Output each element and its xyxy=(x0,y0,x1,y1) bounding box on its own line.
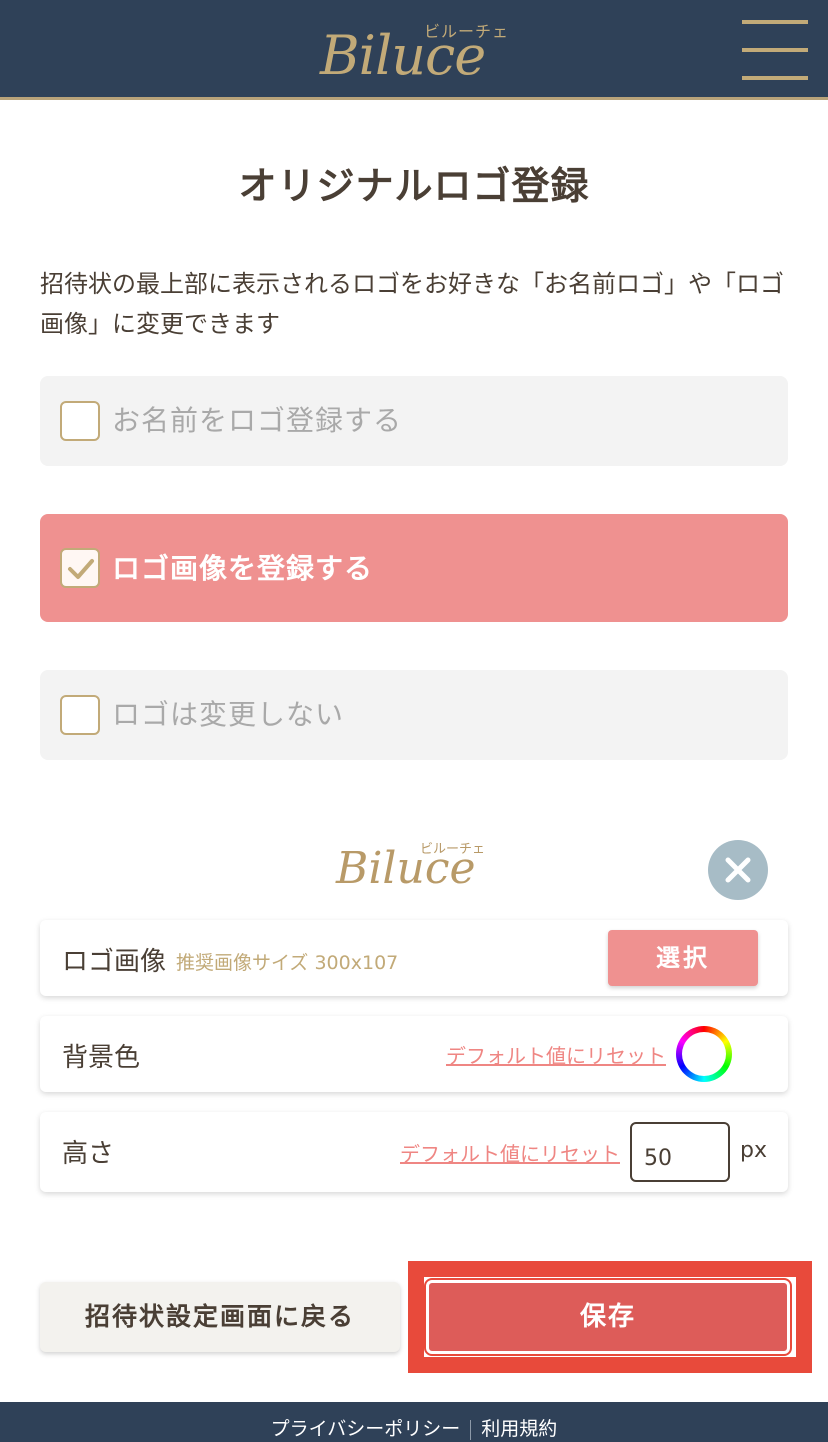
height-unit: px xyxy=(740,1138,767,1163)
header: Biluce ビルーチェ xyxy=(0,0,828,100)
height-input[interactable]: 50 xyxy=(630,1122,730,1182)
recommended-size-hint: 推奨画像サイズ 300x107 xyxy=(176,952,399,974)
close-icon xyxy=(725,857,751,883)
color-picker-icon[interactable] xyxy=(676,1026,732,1082)
remove-logo-button[interactable] xyxy=(708,840,768,900)
option-label: お名前をロゴ登録する xyxy=(112,404,403,437)
save-button[interactable]: 保存 xyxy=(424,1278,792,1356)
back-to-settings-button[interactable]: 招待状設定画面に戻る xyxy=(40,1282,400,1352)
footer: プライバシーポリシー 利用規約 xyxy=(0,1402,828,1442)
privacy-policy-link[interactable]: プライバシーポリシー xyxy=(271,1418,461,1440)
height-row: 高さ デフォルト値にリセット 50 px xyxy=(40,1112,788,1192)
reset-height-link[interactable]: デフォルト値にリセット xyxy=(400,1138,620,1167)
option-label: ロゴは変更しない xyxy=(112,698,345,731)
option-name-logo[interactable]: お名前をロゴ登録する xyxy=(40,376,788,466)
logo-preview-kana: ビルーチェ xyxy=(420,842,486,857)
reset-background-link[interactable]: デフォルト値にリセット xyxy=(446,1040,666,1069)
option-no-change[interactable]: ロゴは変更しない xyxy=(40,670,788,760)
logo-preview: Biluce ビルーチェ xyxy=(336,838,506,898)
background-color-title: 背景色 xyxy=(62,1043,141,1073)
terms-link[interactable]: 利用規約 xyxy=(481,1418,557,1440)
checkmark-icon xyxy=(68,559,94,579)
checkbox[interactable] xyxy=(60,695,100,735)
logo-image-title: ロゴ画像 xyxy=(62,947,167,977)
page-description: 招待状の最上部に表示されるロゴをお好きな「お名前ロゴ」や「ロゴ画像」に変更できま… xyxy=(40,270,784,338)
footer-divider xyxy=(470,1419,472,1440)
option-logo-image[interactable]: ロゴ画像を登録する xyxy=(40,514,788,622)
height-title: 高さ xyxy=(62,1139,115,1169)
option-label: ロゴ画像を登録する xyxy=(112,552,374,585)
brand-logo-kana: ビルーチェ xyxy=(424,22,510,41)
checkbox-checked[interactable] xyxy=(60,548,100,588)
background-color-row: 背景色 デフォルト値にリセット xyxy=(40,1016,788,1092)
brand-logo[interactable]: Biluce ビルーチェ xyxy=(320,18,520,88)
menu-icon[interactable] xyxy=(742,20,808,80)
checkbox[interactable] xyxy=(60,401,100,441)
select-image-button[interactable]: 選択 xyxy=(608,930,758,986)
logo-image-row: ロゴ画像 推奨画像サイズ 300x107 選択 xyxy=(40,920,788,996)
page-title: オリジナルロゴ登録 xyxy=(238,164,590,208)
